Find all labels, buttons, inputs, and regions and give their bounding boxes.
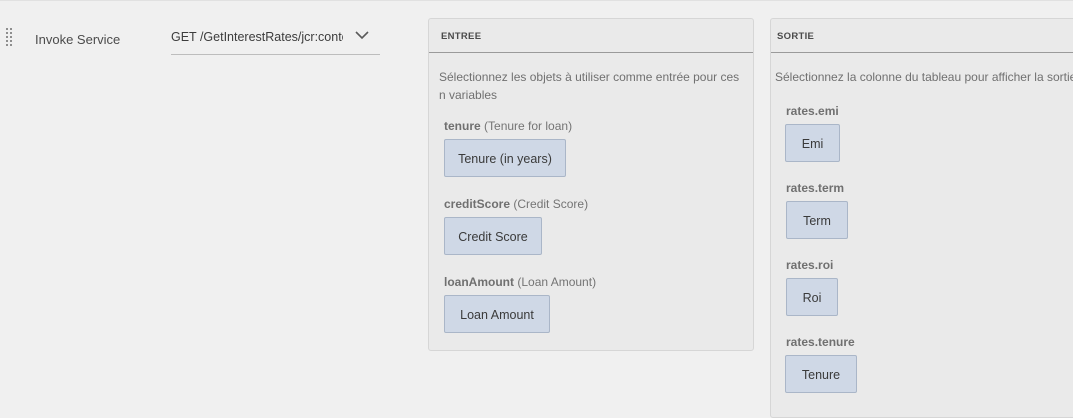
action-label: Invoke Service [35, 32, 121, 47]
input-field-hint: (Tenure for loan) [484, 119, 573, 133]
output-field-name: rates.emi [786, 104, 839, 118]
output-field-name: rates.tenure [786, 335, 855, 349]
input-field-name: creditScore [444, 197, 511, 211]
input-chip-creditscore[interactable]: Credit Score [444, 217, 542, 255]
output-panel-description: Sélectionnez la colonne du tableau pour … [775, 70, 1073, 84]
input-field-label-loanamount: loanAmount (Loan Amount) [444, 275, 596, 289]
output-chip-term[interactable]: Term [786, 201, 848, 239]
service-select-value: GET /GetInterestRates/jcr:content [171, 30, 343, 44]
input-field-hint: (Loan Amount) [517, 275, 597, 289]
input-mapping-panel: ENTREE Sélectionnez les objets à utilise… [428, 18, 754, 351]
output-field-label-roi: rates.roi [786, 258, 833, 272]
output-field-name: rates.term [786, 181, 845, 195]
input-chip-tenure[interactable]: Tenure (in years) [444, 139, 566, 177]
chevron-down-icon[interactable] [355, 30, 369, 40]
input-panel-header: ENTREE [429, 19, 753, 53]
input-field-hint: (Credit Score) [513, 197, 589, 211]
output-mapping-panel: SORTIE Sélectionnez la colonne du tablea… [770, 18, 1073, 418]
input-panel-title: ENTREE [441, 31, 482, 42]
output-field-label-term: rates.term [786, 181, 844, 195]
drag-handle-icon[interactable] [6, 28, 14, 46]
output-field-label-tenure: rates.tenure [786, 335, 855, 349]
service-select[interactable]: GET /GetInterestRates/jcr:content [171, 24, 380, 55]
output-chip-emi[interactable]: Emi [785, 124, 840, 162]
output-chip-tenure[interactable]: Tenure [785, 355, 857, 393]
input-field-label-creditscore: creditScore (Credit Score) [444, 197, 588, 211]
input-field-label-tenure: tenure (Tenure for loan) [444, 119, 572, 133]
input-chip-loanamount[interactable]: Loan Amount [444, 295, 550, 333]
input-field-name: tenure [444, 119, 481, 133]
output-chip-roi[interactable]: Roi [786, 278, 838, 316]
output-field-label-emi: rates.emi [786, 104, 839, 118]
input-field-name: loanAmount [444, 275, 514, 289]
output-field-name: rates.roi [786, 258, 834, 272]
top-divider [0, 0, 1073, 1]
output-panel-title: SORTIE [777, 31, 815, 42]
output-panel-header: SORTIE [771, 19, 1073, 53]
input-panel-description: Sélectionnez les objets à utiliser comme… [439, 70, 740, 102]
